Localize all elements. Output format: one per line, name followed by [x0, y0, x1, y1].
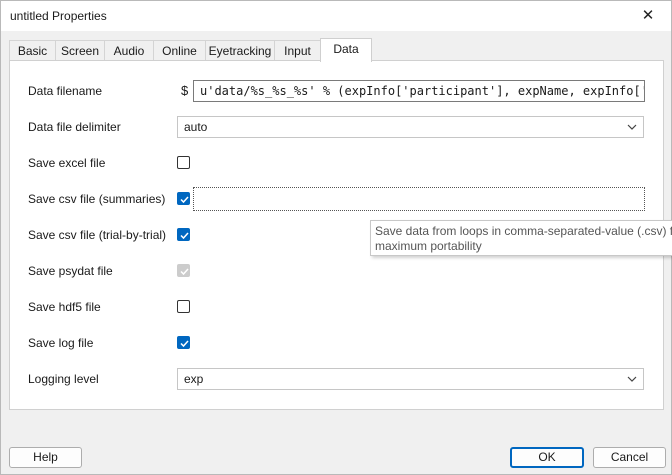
save-excel-checkbox[interactable] — [177, 156, 190, 169]
save-hdf5-label: Save hdf5 file — [28, 300, 101, 314]
logging-level-label: Logging level — [28, 372, 99, 386]
delimiter-value: auto — [184, 120, 208, 134]
save-excel-label: Save excel file — [28, 156, 106, 170]
check-icon — [180, 268, 189, 276]
save-csv-trial-label: Save csv file (trial-by-trial) — [28, 228, 167, 242]
delimiter-select[interactable]: auto — [177, 116, 644, 138]
data-filename-value: u'data/%s_%s_%s' % (expInfo['participant… — [200, 84, 645, 98]
logging-level-select[interactable]: exp — [177, 368, 644, 390]
save-hdf5-checkbox[interactable] — [177, 300, 190, 313]
title-bar: untitled Properties ✕ — [1, 1, 671, 31]
close-icon[interactable]: ✕ — [625, 1, 671, 31]
check-icon — [180, 340, 189, 348]
tab-screen[interactable]: Screen — [55, 40, 105, 60]
tooltip-line-1: Save data from loops in comma-separated-… — [375, 224, 672, 238]
tab-audio[interactable]: Audio — [104, 40, 154, 60]
tab-input[interactable]: Input — [274, 40, 321, 60]
check-icon — [180, 196, 189, 204]
tab-basic[interactable]: Basic — [9, 40, 56, 60]
tooltip-line-2: maximum portability — [375, 239, 482, 253]
save-csv-summaries-label: Save csv file (summaries) — [28, 192, 166, 206]
save-csv-trial-checkbox[interactable] — [177, 228, 190, 241]
logging-level-value: exp — [184, 372, 204, 386]
save-psydat-label: Save psydat file — [28, 264, 113, 278]
data-filename-label: Data filename — [28, 84, 103, 98]
tab-online[interactable]: Online — [153, 40, 206, 60]
chevron-down-icon — [627, 376, 637, 382]
tab-eyetracking[interactable]: Eyetracking — [205, 40, 275, 60]
properties-dialog: untitled Properties ✕ Basic Screen Audio… — [0, 0, 672, 475]
help-button[interactable]: Help — [9, 447, 82, 468]
save-log-label: Save log file — [28, 336, 94, 350]
csv-summaries-focus-box[interactable] — [193, 187, 645, 211]
save-csv-summaries-checkbox[interactable] — [177, 192, 190, 205]
tab-strip: Basic Screen Audio Online Eyetracking In… — [9, 38, 665, 62]
code-prefix: $ — [181, 83, 189, 98]
delimiter-label: Data file delimiter — [28, 120, 121, 134]
chevron-down-icon — [627, 124, 637, 130]
save-log-checkbox[interactable] — [177, 336, 190, 349]
tooltip: Save data from loops in comma-separated-… — [370, 220, 672, 256]
check-icon — [180, 232, 189, 240]
save-psydat-checkbox — [177, 264, 190, 277]
window-title: untitled Properties — [10, 9, 107, 23]
data-filename-input[interactable]: u'data/%s_%s_%s' % (expInfo['participant… — [193, 80, 645, 102]
tab-data[interactable]: Data — [320, 38, 372, 62]
cancel-button[interactable]: Cancel — [593, 447, 666, 468]
ok-button[interactable]: OK — [510, 447, 584, 468]
